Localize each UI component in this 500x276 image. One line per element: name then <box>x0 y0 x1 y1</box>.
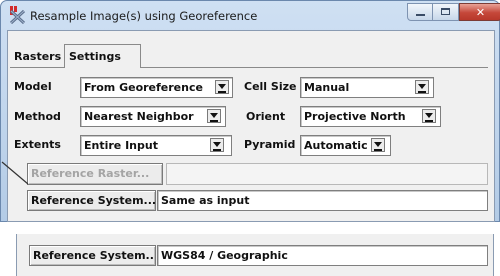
reference-system-field: Same as input <box>157 190 488 211</box>
orient-select[interactable]: Projective North <box>300 106 441 127</box>
tab-rasters[interactable]: Rasters <box>10 46 65 67</box>
chevron-down-icon <box>422 109 436 123</box>
orient-value: Projective North <box>304 110 406 123</box>
extents-value: Entire Input <box>84 139 158 152</box>
reference-raster-button[interactable]: Reference Raster... <box>27 163 163 185</box>
minimize-button[interactable] <box>407 3 433 21</box>
pyramid-select[interactable]: Automatic <box>300 135 391 156</box>
chevron-down-icon <box>415 80 429 94</box>
reference-system-field-inset: WGS84 / Geographic <box>157 245 488 266</box>
close-button[interactable]: ✕ <box>459 3 500 21</box>
callout-arrow <box>0 160 30 190</box>
maximize-button[interactable] <box>433 3 459 21</box>
inset-divider <box>0 222 500 234</box>
minimize-icon <box>415 14 425 16</box>
orient-label: Orient <box>246 110 286 123</box>
extents-select[interactable]: Entire Input <box>80 135 232 156</box>
model-value: From Georeference <box>84 81 203 94</box>
chevron-down-icon <box>215 80 229 94</box>
cell-size-select[interactable]: Manual <box>300 77 434 98</box>
chevron-down-icon <box>207 109 221 123</box>
pyramid-label: Pyramid <box>244 138 296 151</box>
method-value: Nearest Neighbor <box>84 110 194 123</box>
cell-size-value: Manual <box>304 81 350 94</box>
reference-system-button-inset[interactable]: Reference System... <box>29 245 156 266</box>
cell-size-label: Cell Size <box>244 80 297 93</box>
reference-system-button[interactable]: Reference System... <box>27 190 156 211</box>
tab-rasters-label: Rasters <box>14 50 62 63</box>
chevron-down-icon <box>210 138 224 152</box>
close-icon: ✕ <box>475 6 486 19</box>
tab-settings[interactable]: Settings <box>64 44 141 68</box>
method-select[interactable]: Nearest Neighbor <box>80 106 226 127</box>
maximize-icon <box>441 8 450 15</box>
extents-label: Extents <box>14 138 61 151</box>
tab-strip-line <box>10 67 64 68</box>
pyramid-value: Automatic <box>304 139 368 152</box>
app-icon <box>8 6 28 25</box>
window-title: Resample Image(s) using Georeference <box>30 9 258 23</box>
model-select[interactable]: From Georeference <box>80 77 233 98</box>
tab-strip-line <box>141 67 488 68</box>
reference-raster-field <box>166 163 488 185</box>
model-label: Model <box>14 80 52 93</box>
method-label: Method <box>14 110 61 123</box>
chevron-down-icon <box>371 138 385 152</box>
tab-settings-label: Settings <box>69 50 121 63</box>
